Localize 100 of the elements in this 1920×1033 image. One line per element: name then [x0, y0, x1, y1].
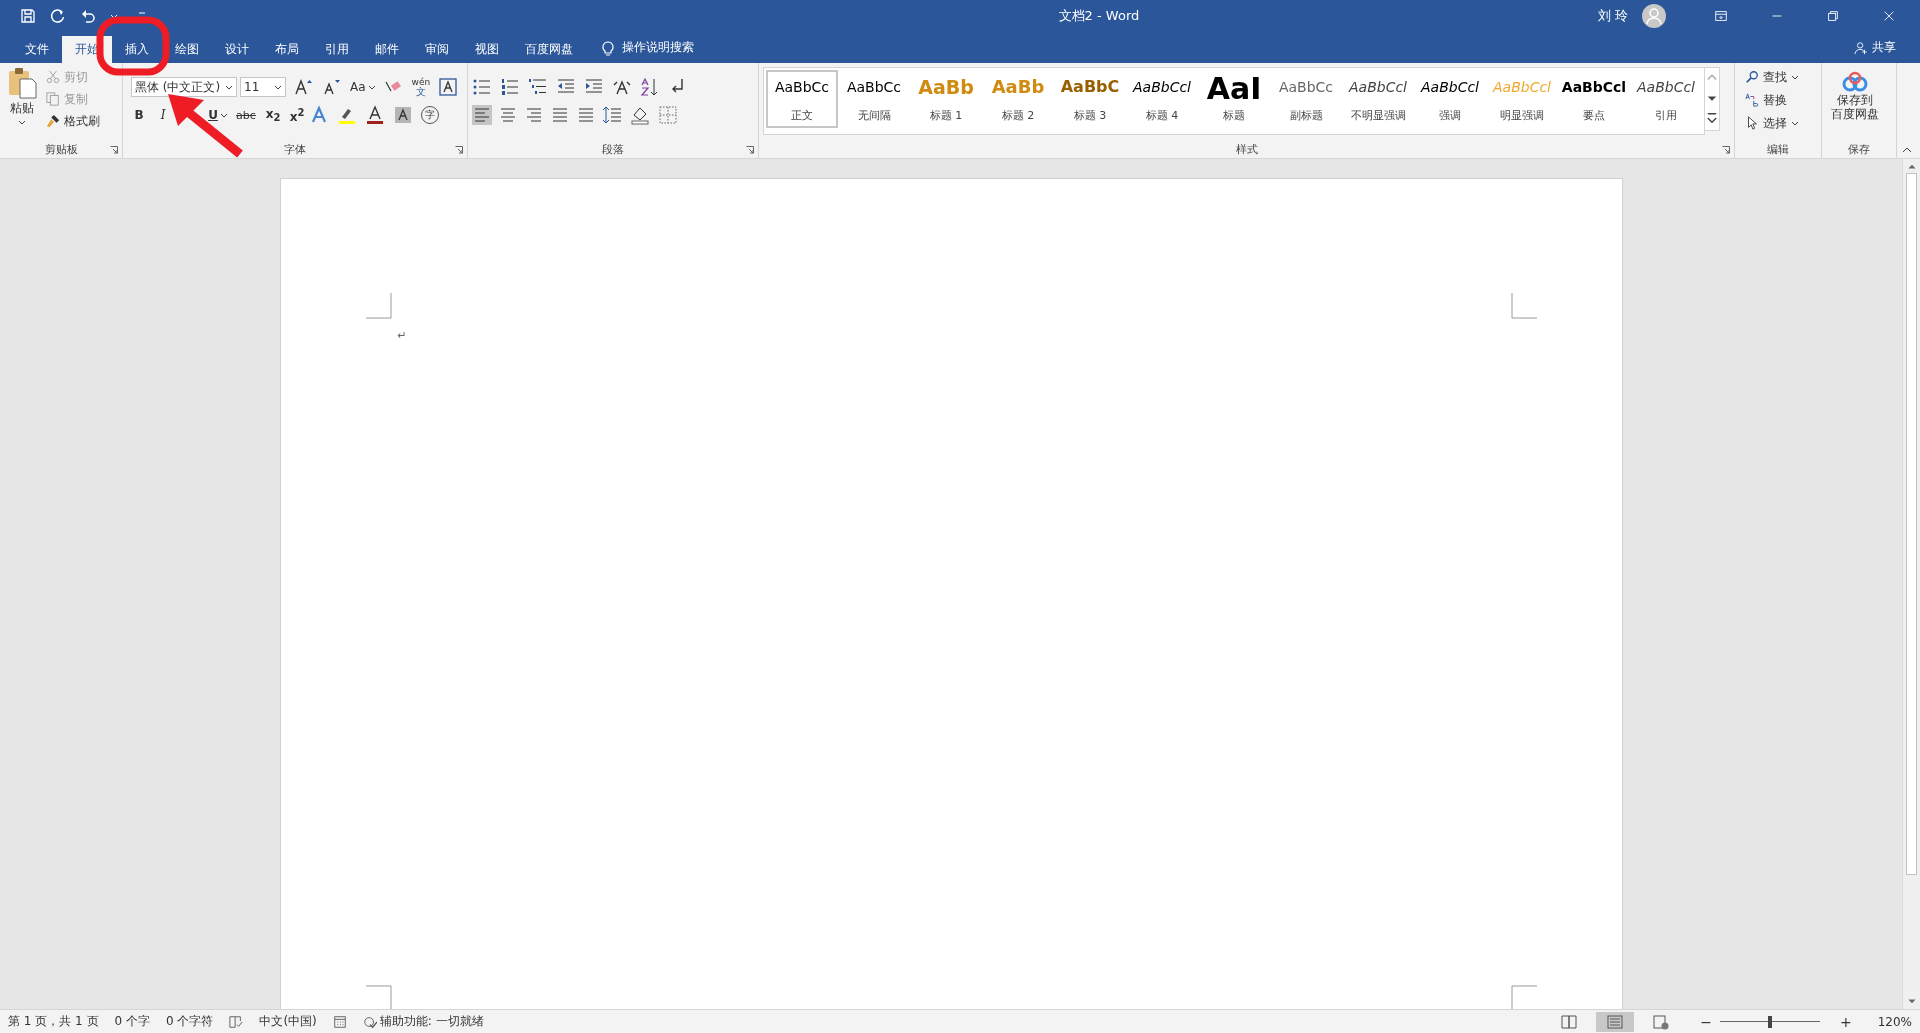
- dialog-launcher-icon[interactable]: [110, 146, 118, 154]
- sort-icon[interactable]: [640, 77, 660, 97]
- change-case-button[interactable]: Aa: [350, 80, 376, 94]
- restore-icon[interactable]: [1826, 9, 1840, 23]
- character-count[interactable]: 0 个字符: [166, 1013, 214, 1030]
- person-add-icon: [1854, 40, 1868, 55]
- accessibility-status[interactable]: 辅助功能: 一切就绪: [362, 1013, 484, 1030]
- align-button[interactable]: [498, 105, 518, 125]
- style-item[interactable]: AaBbCcl 引用: [1630, 70, 1702, 128]
- user-name[interactable]: 刘 玲: [1597, 7, 1628, 25]
- avatar-icon[interactable]: [1642, 4, 1666, 28]
- strikethrough-button[interactable]: abc: [231, 108, 261, 122]
- format-painter-button[interactable]: 格式刷: [46, 111, 100, 131]
- ribbon-tab[interactable]: 文件: [12, 36, 62, 63]
- align-button[interactable]: [576, 105, 596, 125]
- group-label: 段落: [602, 141, 624, 157]
- window-title: 文档2 - Word: [1057, 7, 1141, 25]
- document-page[interactable]: ↵: [279, 178, 1623, 1009]
- numbering-icon[interactable]: [500, 77, 520, 97]
- ribbon-tab[interactable]: 百度网盘: [512, 36, 586, 63]
- repeat-icon[interactable]: [50, 8, 66, 24]
- style-item[interactable]: AaBbC 标题 3: [1054, 70, 1126, 128]
- style-item[interactable]: AaBbCc 副标题: [1270, 70, 1342, 128]
- replace-icon: [1745, 93, 1759, 107]
- ribbon-tab[interactable]: 设计: [212, 36, 262, 63]
- superscript-button[interactable]: x$^{2}$: [285, 106, 309, 124]
- caret-icon: [367, 83, 376, 91]
- close-icon[interactable]: [1882, 9, 1896, 23]
- paintbrush-icon: [46, 114, 60, 128]
- font-name-field[interactable]: 黑体 (中文正文): [131, 77, 237, 97]
- italic-button[interactable]: I: [151, 108, 175, 122]
- line-spacing-icon[interactable]: [602, 105, 622, 125]
- zoom-out-button[interactable]: −: [1700, 1013, 1712, 1030]
- save-icon[interactable]: [20, 8, 36, 24]
- paste-button[interactable]: 粘贴: [4, 67, 40, 140]
- find-button[interactable]: 查找: [1745, 67, 1817, 87]
- multilevel-list-icon[interactable]: [528, 77, 548, 97]
- macro-icon[interactable]: [332, 1014, 347, 1029]
- zoom-in-button[interactable]: +: [1839, 1013, 1852, 1030]
- font-size-field[interactable]: 11: [240, 77, 286, 97]
- bullets-icon[interactable]: [472, 77, 492, 97]
- scroll-thumb[interactable]: [1906, 173, 1917, 875]
- tell-me-search[interactable]: 操作说明搜索: [622, 39, 694, 56]
- style-item[interactable]: AaBbCcl 标题 4: [1126, 70, 1198, 128]
- shading-icon[interactable]: [630, 105, 650, 125]
- underline-button[interactable]: U: [205, 108, 231, 122]
- collapse-ribbon-icon[interactable]: [1902, 145, 1912, 155]
- style-item[interactable]: AaBbCcl 强调: [1414, 70, 1486, 128]
- dialog-launcher-icon[interactable]: [455, 146, 463, 154]
- dialog-launcher-icon[interactable]: [746, 146, 754, 154]
- ribbon-display-icon[interactable]: [1714, 9, 1728, 23]
- lightbulb-icon[interactable]: [600, 41, 616, 57]
- character-border-icon[interactable]: [438, 77, 459, 97]
- grow-font-icon[interactable]: [294, 77, 314, 97]
- style-item[interactable]: AaBbCc 无间隔: [838, 70, 910, 128]
- dialog-launcher-icon[interactable]: [1722, 146, 1730, 154]
- ribbon-tab[interactable]: 审阅: [412, 36, 462, 63]
- undo-icon[interactable]: [80, 8, 96, 24]
- text-effects-icon[interactable]: [309, 105, 329, 125]
- style-item[interactable]: AaBb 标题 1: [910, 70, 982, 128]
- cursor-icon: [1745, 116, 1759, 130]
- caret-icon: [219, 111, 228, 119]
- word-count[interactable]: 0 个字: [114, 1013, 150, 1030]
- language[interactable]: 中文(中国): [259, 1013, 317, 1030]
- style-item[interactable]: AaI 标题: [1198, 70, 1270, 128]
- shrink-font-icon[interactable]: [322, 77, 342, 97]
- view-button[interactable]: [1596, 1011, 1635, 1032]
- replace-button[interactable]: 替换: [1745, 90, 1817, 110]
- ribbon-tab[interactable]: 视图: [462, 36, 512, 63]
- share-button[interactable]: 共享: [1854, 39, 1896, 56]
- style-item[interactable]: AaBbCcl 要点: [1558, 70, 1630, 128]
- phonetic-guide-button[interactable]: wén 文: [411, 78, 431, 96]
- character-shading-icon[interactable]: [393, 105, 413, 125]
- page-count[interactable]: 第 1 页，共 1 页: [8, 1013, 99, 1030]
- ribbon-tab[interactable]: 绘图: [162, 36, 212, 63]
- align-button[interactable]: [550, 105, 570, 125]
- proofing-icon[interactable]: [229, 1014, 244, 1029]
- caret-icon[interactable]: [110, 12, 118, 20]
- caret-icon: [1791, 73, 1799, 81]
- caret-icon[interactable]: [274, 83, 282, 91]
- zoom-level[interactable]: 120%: [1877, 1014, 1912, 1029]
- align-button[interactable]: [524, 105, 544, 125]
- style-item[interactable]: AaBbCc 正文: [766, 70, 838, 128]
- bold-button[interactable]: B: [127, 108, 151, 122]
- group-label: 编辑: [1767, 141, 1789, 157]
- ribbon-tab[interactable]: 布局: [262, 36, 312, 63]
- caret-icon: [18, 118, 26, 126]
- vertical-scrollbar[interactable]: [1902, 159, 1920, 1009]
- ribbon-tab[interactable]: 引用: [312, 36, 362, 63]
- subscript-button[interactable]: x$_{2}$: [261, 106, 285, 124]
- ribbon-tab[interactable]: 邮件: [362, 36, 412, 63]
- group-label: 字体: [284, 141, 306, 157]
- group-label: 样式: [1235, 141, 1258, 157]
- select-button[interactable]: 选择: [1745, 113, 1817, 133]
- style-item[interactable]: AaBb 标题 2: [982, 70, 1054, 128]
- save-to-cloud-button[interactable]: 保存到 百度网盘: [1826, 67, 1884, 140]
- style-item[interactable]: AaBbCcl 不明显强调: [1342, 70, 1414, 128]
- style-item[interactable]: AaBbCcl 明显强调: [1486, 70, 1558, 128]
- caret-icon[interactable]: [225, 83, 233, 91]
- font-color-icon[interactable]: [365, 105, 385, 125]
